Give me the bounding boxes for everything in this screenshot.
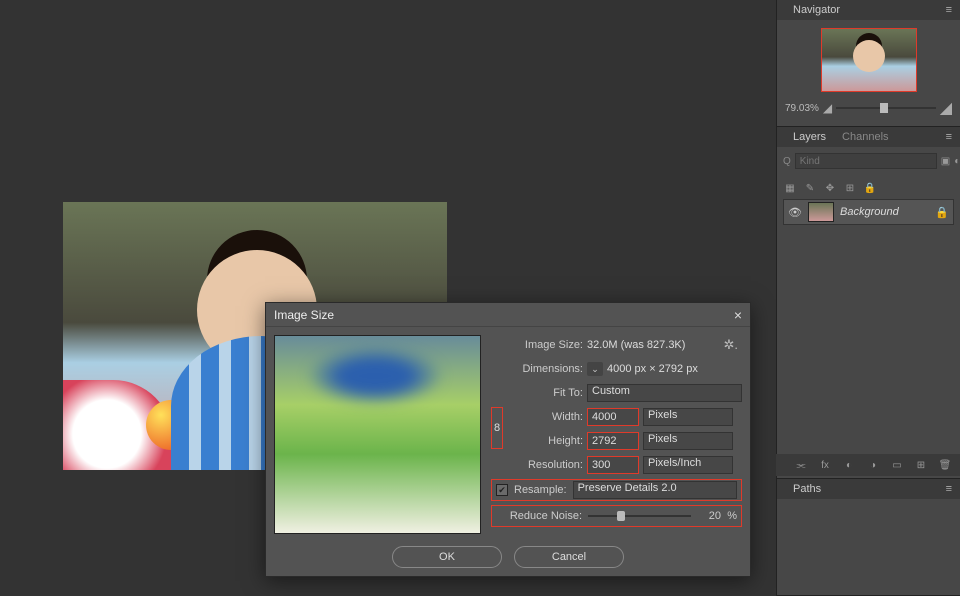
layers-panel: Layers Channels ≡ Q ▣ ◐ T ▭ ◫ ▯ ▦ ✎ (777, 127, 960, 479)
channels-tab[interactable]: Channels (834, 128, 896, 146)
image-size-value: 32.0M (was 827.3K) (587, 339, 685, 351)
panel-menu-icon[interactable]: ≡ (946, 4, 952, 16)
link-layers-icon[interactable]: ⫘ (794, 458, 808, 472)
layers-tab[interactable]: Layers (785, 128, 834, 146)
adjustment-layer-icon[interactable]: ◑ (866, 458, 880, 472)
panel-menu-icon[interactable]: ≡ (946, 483, 952, 495)
reduce-noise-unit: % (721, 510, 737, 522)
height-row: Height: Pixels (509, 431, 742, 451)
dimensions-value: 4000 px × 2792 px (607, 363, 698, 375)
resolution-row: Resolution: Pixels/Inch (491, 455, 742, 475)
dimensions-row: Dimensions: ⌄ 4000 px × 2792 px (491, 359, 742, 379)
resample-checkbox[interactable]: ✔ (496, 484, 508, 496)
right-panels: Navigator ≡ 79.03% ◢ ◢ Layers Channels ≡… (776, 0, 960, 596)
image-size-dialog: Image Size × ✲. Image Size: 32.0M (was 8… (265, 302, 751, 577)
paths-tab[interactable]: Paths (785, 480, 829, 498)
reduce-noise-value: 20 (697, 510, 721, 522)
width-unit-select[interactable]: Pixels (643, 408, 733, 426)
dialog-title: Image Size (274, 308, 334, 322)
group-icon[interactable]: ▭ (890, 458, 904, 472)
layer-filter-input[interactable] (795, 153, 937, 169)
mask-icon[interactable]: ◐ (842, 458, 856, 472)
layer-item-background[interactable]: 👁 Background 🔒 (783, 199, 954, 225)
navigator-panel: Navigator ≡ 79.03% ◢ ◢ (777, 0, 960, 127)
dimensions-unit-toggle[interactable]: ⌄ (587, 362, 603, 376)
new-layer-icon[interactable]: ⊞ (914, 458, 928, 472)
image-preview[interactable] (274, 335, 481, 534)
lock-all-icon[interactable]: 🔒 (863, 181, 877, 195)
layer-thumbnail[interactable] (808, 202, 834, 222)
lock-transparent-icon[interactable]: ▦ (783, 181, 797, 195)
fit-to-row: Fit To: Custom (491, 383, 742, 403)
navigator-zoom-value[interactable]: 79.03% (785, 103, 819, 114)
layers-bottom-toolbar: ⫘ fx ◐ ◑ ▭ ⊞ 🗑 (776, 454, 960, 476)
image-detail (146, 400, 196, 450)
fit-to-select[interactable]: Custom (587, 384, 742, 402)
search-icon: Q (783, 156, 791, 167)
delete-icon[interactable]: 🗑 (938, 458, 952, 472)
layer-lock-toolbar: ▦ ✎ ✥ ⊞ 🔒 (783, 181, 954, 195)
height-input[interactable] (587, 432, 639, 450)
artboard-icon[interactable]: ⊞ (843, 181, 857, 195)
filter-adjust-icon[interactable]: ◐ (954, 154, 960, 168)
zoom-thumb[interactable] (880, 103, 888, 113)
reduce-noise-slider[interactable] (588, 515, 691, 517)
reduce-noise-row: Reduce Noise: 20 % (491, 505, 742, 527)
resample-method-select[interactable]: Preserve Details 2.0 (573, 481, 737, 499)
width-row: Width: Pixels (509, 407, 742, 427)
close-icon[interactable]: × (734, 307, 742, 323)
navigator-thumbnail[interactable] (821, 28, 917, 92)
zoom-in-icon[interactable]: ◢ (940, 98, 952, 118)
visibility-toggle-icon[interactable]: 👁 (788, 206, 802, 219)
width-input[interactable] (587, 408, 639, 426)
fit-to-label: Fit To: (491, 387, 583, 399)
resolution-unit-select[interactable]: Pixels/Inch (643, 456, 733, 474)
layer-name[interactable]: Background (840, 206, 929, 218)
paths-body[interactable] (777, 499, 960, 595)
slider-thumb[interactable] (617, 511, 625, 521)
image-size-label: Image Size: (491, 339, 583, 351)
resolution-label: Resolution: (491, 459, 583, 471)
gear-icon[interactable]: ✲. (723, 337, 738, 353)
lock-pixels-icon[interactable]: ✎ (803, 181, 817, 195)
fx-icon[interactable]: fx (818, 458, 832, 472)
navigator-tab[interactable]: Navigator (785, 1, 848, 19)
lock-position-icon[interactable]: ✥ (823, 181, 837, 195)
height-unit-select[interactable]: Pixels (643, 432, 733, 450)
width-label: Width: (509, 411, 583, 423)
height-label: Height: (509, 435, 583, 447)
reduce-noise-label: Reduce Noise: (496, 510, 582, 522)
filter-image-icon[interactable]: ▣ (941, 154, 950, 168)
dialog-titlebar[interactable]: Image Size × (266, 303, 750, 327)
paths-panel: Paths ≡ (777, 479, 960, 596)
ok-button[interactable]: OK (392, 546, 502, 568)
dimensions-label: Dimensions: (491, 363, 583, 375)
lock-icon[interactable]: 🔒 (935, 206, 949, 219)
panel-menu-icon[interactable]: ≡ (946, 131, 952, 143)
constrain-proportions-toggle[interactable]: 8 (491, 407, 503, 449)
navigator-zoom-slider[interactable] (836, 107, 936, 109)
zoom-out-icon[interactable]: ◢ (823, 101, 832, 115)
resolution-input[interactable] (587, 456, 639, 474)
resample-label: Resample: (514, 484, 567, 496)
image-size-row: Image Size: 32.0M (was 827.3K) (491, 335, 742, 355)
resample-row: ✔ Resample: Preserve Details 2.0 (491, 479, 742, 501)
cancel-button[interactable]: Cancel (514, 546, 624, 568)
